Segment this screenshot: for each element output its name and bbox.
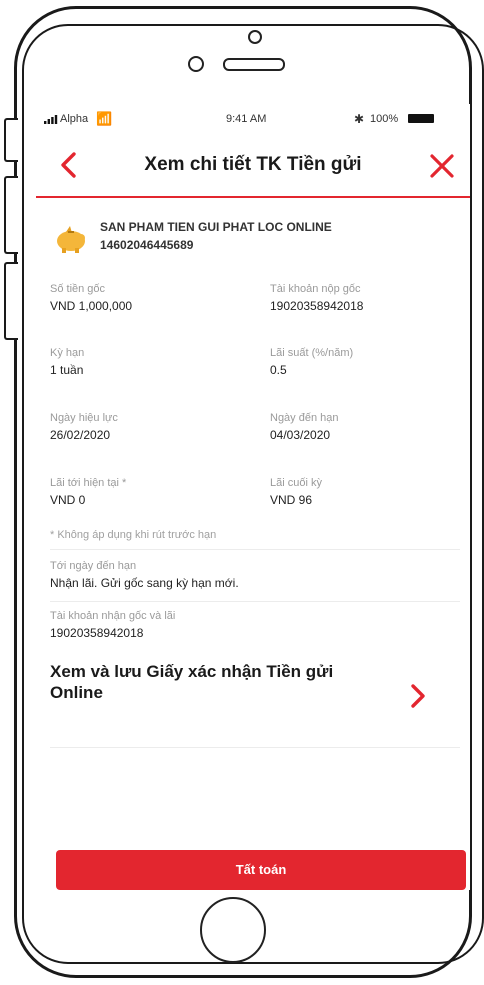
page-title: Xem chi tiết TK Tiền gửi xyxy=(144,154,362,175)
certificate-link-label: Xem và lưu Giấy xác nhận Tiền gửi Online xyxy=(50,662,334,702)
effective-date-label: Ngày hiệu lực xyxy=(50,412,118,424)
home-button[interactable] xyxy=(200,897,266,963)
rate-label: Lãi suất (%/năm) xyxy=(270,347,354,359)
proximity-sensor xyxy=(188,56,204,72)
maturity-date-field: Ngày đến hạn 04/03/2020 xyxy=(270,412,339,442)
side-button-mute xyxy=(4,118,18,162)
on-maturity-value: Nhận lãi. Gửi gốc sang kỳ hạn mới. xyxy=(50,576,239,590)
rate-field: Lãi suất (%/năm) 0.5 xyxy=(270,347,353,377)
deposit-account-value: 19020358942018 xyxy=(270,299,364,313)
effective-date-field: Ngày hiệu lực 26/02/2020 xyxy=(50,412,118,442)
close-icon[interactable] xyxy=(428,152,456,180)
effective-date-value: 26/02/2020 xyxy=(50,428,111,442)
side-button-volume-down xyxy=(4,262,18,340)
settle-button[interactable]: Tất toán xyxy=(56,850,466,890)
principal-field: Số tiền gốc VND 1,000,000 xyxy=(50,283,132,313)
on-maturity-label: Tới ngày đến hạn xyxy=(50,560,137,572)
maturity-date-label: Ngày đến hạn xyxy=(270,412,339,424)
status-bar: Alpha 📶 9:41 AM ✱ 100% xyxy=(36,104,470,134)
early-withdrawal-note: * Không áp dụng khi rút trước hạn xyxy=(50,529,217,541)
divider xyxy=(50,549,460,550)
deposit-account-field: Tài khoản nộp gốc 19020358942018 xyxy=(270,283,363,313)
divider xyxy=(50,747,460,748)
side-button-volume-up xyxy=(4,176,18,254)
current-interest-label: Lãi tới hiện tại * xyxy=(50,477,127,489)
divider xyxy=(50,601,460,602)
product-header: SAN PHAM TIEN GUI PHAT LOC ONLINE 146020… xyxy=(54,216,454,264)
term-field: Kỳ hạn 1 tuần xyxy=(50,347,84,377)
carrier-name: Alpha xyxy=(60,113,89,125)
final-interest-label: Lãi cuối kỳ xyxy=(270,477,322,489)
battery-percent: 100% xyxy=(370,113,399,125)
current-interest-field: Lãi tới hiện tại * VND 0 xyxy=(50,477,126,507)
term-value: 1 tuần xyxy=(50,363,84,377)
maturity-date-value: 04/03/2020 xyxy=(270,428,331,442)
wifi-icon: 📶 xyxy=(96,111,113,126)
rate-value: 0.5 xyxy=(270,363,287,377)
piggy-bank-icon xyxy=(57,226,85,253)
receiving-account-value: 19020358942018 xyxy=(50,626,144,640)
certificate-link[interactable]: Xem và lưu Giấy xác nhận Tiền gửi Online xyxy=(50,661,460,733)
front-camera xyxy=(248,30,262,44)
app-screen: Alpha 📶 9:41 AM ✱ 100% Xem chi tiết TK T… xyxy=(36,104,470,890)
principal-value: VND 1,000,000 xyxy=(50,299,133,313)
principal-label: Số tiền gốc xyxy=(50,283,106,295)
account-number: 14602046445689 xyxy=(100,238,194,252)
battery-icon xyxy=(408,114,434,123)
receiving-account-label: Tài khoản nhận gốc và lãi xyxy=(50,610,176,622)
deposit-account-label: Tài khoản nộp gốc xyxy=(270,283,361,295)
earpiece-speaker xyxy=(223,58,285,71)
chevron-right-icon xyxy=(411,684,425,708)
on-maturity-field: Tới ngày đến hạn Nhận lãi. Gửi gốc sang … xyxy=(50,560,239,590)
signal-icon xyxy=(44,115,58,124)
current-interest-value: VND 0 xyxy=(50,493,86,507)
product-name: SAN PHAM TIEN GUI PHAT LOC ONLINE xyxy=(100,220,332,234)
receiving-account-field: Tài khoản nhận gốc và lãi 19020358942018 xyxy=(50,610,175,640)
final-interest-value: VND 96 xyxy=(270,493,313,507)
term-label: Kỳ hạn xyxy=(50,347,85,359)
final-interest-field: Lãi cuối kỳ VND 96 xyxy=(270,477,322,507)
bluetooth-icon: ✱ xyxy=(354,112,365,126)
status-time: 9:41 AM xyxy=(226,113,267,125)
nav-bar: Xem chi tiết TK Tiền gửi xyxy=(36,134,470,198)
